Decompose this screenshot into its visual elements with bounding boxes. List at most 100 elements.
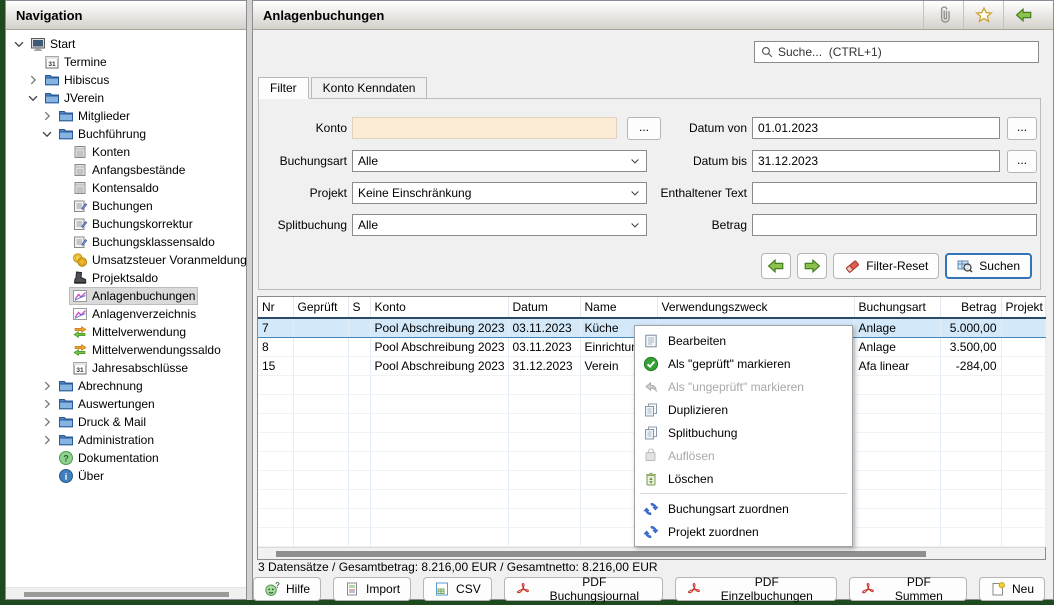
back-arrow-button[interactable]	[1003, 1, 1043, 29]
column-header-betrag[interactable]: Betrag	[940, 297, 1001, 318]
column-header-nr[interactable]: Nr	[258, 297, 293, 318]
expand-icon[interactable]	[40, 397, 56, 411]
nav-item-mittelverwendung[interactable]: Mittelverwendung	[6, 323, 246, 341]
check-icon	[643, 356, 659, 372]
main-header: Anlagenbuchungen	[253, 1, 1053, 30]
nav-item-buchungskorrektur[interactable]: Buchungskorrektur	[6, 215, 246, 233]
nav-item-anlagenbuchungen[interactable]: Anlagenbuchungen	[6, 287, 246, 305]
nav-item-dokumentation[interactable]: ?Dokumentation	[6, 449, 246, 467]
tab-filter[interactable]: Filter	[258, 77, 309, 99]
column-header-datum[interactable]: Datum	[508, 297, 580, 318]
next-period-button[interactable]	[797, 253, 827, 279]
nav-item-label: Auswertungen	[78, 397, 155, 411]
nav-item-administration[interactable]: Administration	[6, 431, 246, 449]
datum-bis-browse-button[interactable]: ...	[1007, 150, 1037, 173]
projekt-select[interactable]: Keine Einschränkung	[352, 182, 647, 204]
collapse-icon[interactable]	[26, 91, 42, 105]
column-header-verwendungszweck[interactable]: Verwendungszweck	[657, 297, 854, 318]
table-horizontal-scrollbar[interactable]	[258, 547, 1045, 559]
datum-von-browse-button[interactable]: ...	[1007, 117, 1037, 140]
konto-input[interactable]	[358, 121, 611, 135]
status-bar: 3 Datensätze / Gesamtbetrag: 8.216,00 EU…	[258, 560, 658, 574]
suchen-button[interactable]: Suchen	[945, 253, 1032, 279]
folder-icon	[58, 396, 74, 412]
nav-item-label: Buchungskorrektur	[92, 217, 193, 231]
splitbuchung-select[interactable]: Alle	[352, 214, 647, 236]
import-button[interactable]: Import	[333, 577, 411, 601]
expand-icon[interactable]	[40, 433, 56, 447]
filter-reset-button[interactable]: Filter-Reset	[833, 253, 939, 279]
nav-item-ber[interactable]: iÜber	[6, 467, 246, 485]
column-header-projekt[interactable]: Projekt	[1001, 297, 1045, 318]
nav-item-hibiscus[interactable]: Hibiscus	[6, 71, 246, 89]
nav-item-konten[interactable]: Konten	[6, 143, 246, 161]
search-input[interactable]	[778, 45, 1033, 59]
column-header-name[interactable]: Name	[580, 297, 657, 318]
nav-horizontal-scrollbar[interactable]	[6, 587, 246, 599]
menu-item-projekt-zuordnen[interactable]: Projekt zuordnen	[635, 520, 852, 543]
booking-icon	[72, 198, 88, 214]
expand-icon[interactable]	[40, 415, 56, 429]
neu-button[interactable]: Neu	[979, 577, 1045, 601]
menu-item-als-gepr-ft-markieren[interactable]: Als "geprüft" markieren	[635, 352, 852, 375]
menu-separator	[640, 493, 847, 494]
datum-bis-label: Datum bis	[652, 150, 747, 172]
pdf-einzelbuchungen-button[interactable]: PDF Einzelbuchungen	[675, 577, 837, 601]
chart-icon	[72, 306, 88, 322]
previous-period-button[interactable]	[761, 253, 791, 279]
assign-icon	[643, 524, 659, 540]
filter-buttons: Filter-Reset Suchen	[761, 253, 1032, 279]
nav-item-umsatzsteuer-voranmeldung[interactable]: Umsatzsteuer Voranmeldung	[6, 251, 246, 269]
nav-item-mitglieder[interactable]: Mitglieder	[6, 107, 246, 125]
nav-item-anlagenverzeichnis[interactable]: Anlagenverzeichnis	[6, 305, 246, 323]
pdf-summen-button[interactable]: PDF Summen	[849, 577, 967, 601]
datum-bis-input[interactable]	[758, 154, 994, 168]
chevron-down-icon	[629, 219, 641, 231]
nav-item-abrechnung[interactable]: Abrechnung	[6, 377, 246, 395]
calendar-icon: 31	[44, 54, 60, 70]
nav-item-jahresabschl-sse[interactable]: 31Jahresabschlüsse	[6, 359, 246, 377]
buchungsart-select[interactable]: Alle	[352, 150, 647, 172]
column-header-konto[interactable]: Konto	[370, 297, 508, 318]
nav-item-projektsaldo[interactable]: Projektsaldo	[6, 269, 246, 287]
collapse-icon[interactable]	[40, 127, 56, 141]
menu-item-l-schen[interactable]: Löschen	[635, 467, 852, 490]
csv-button[interactable]: CSV	[423, 577, 492, 601]
nav-item-buchungen[interactable]: Buchungen	[6, 197, 246, 215]
tab-konto-kenndaten[interactable]: Konto Kenndaten	[311, 77, 428, 99]
expand-icon[interactable]	[40, 379, 56, 393]
column-header-s[interactable]: S	[348, 297, 370, 318]
pdf-buchungsjournal-button[interactable]: PDF Buchungsjournal	[504, 577, 663, 601]
nav-item-start[interactable]: Start	[6, 35, 246, 53]
nav-item-auswertungen[interactable]: Auswertungen	[6, 395, 246, 413]
collapse-icon[interactable]	[12, 37, 28, 51]
menu-item-buchungsart-zuordnen[interactable]: Buchungsart zuordnen	[635, 497, 852, 520]
nav-item-buchf-hrung[interactable]: Buchführung	[6, 125, 246, 143]
nav-item-anfangsbest-nde[interactable]: Anfangsbestände	[6, 161, 246, 179]
column-header-buchungsart[interactable]: Buchungsart	[854, 297, 940, 318]
nav-item-druck-mail[interactable]: Druck & Mail	[6, 413, 246, 431]
nav-item-jverein[interactable]: JVerein	[6, 89, 246, 107]
nav-item-buchungsklassensaldo[interactable]: Buchungsklassensaldo	[6, 233, 246, 251]
menu-item-duplizieren[interactable]: Duplizieren	[635, 398, 852, 421]
bottom-toolbar: ?Hilfe Import CSV PDF Buchungsjournal PDF Ei…	[253, 577, 1045, 601]
paperclip-button[interactable]	[923, 1, 963, 29]
table-scrollbar-thumb[interactable]	[276, 551, 926, 557]
nav-item-termine[interactable]: 31Termine	[6, 53, 246, 71]
menu-item-splitbuchung[interactable]: Splitbuchung	[635, 421, 852, 444]
expand-icon[interactable]	[26, 73, 42, 87]
star-button[interactable]	[963, 1, 1003, 29]
enthaltener-text-input[interactable]	[758, 186, 1031, 200]
column-header-gepr-ft[interactable]: Geprüft	[293, 297, 348, 318]
nav-item-mittelverwendungssaldo[interactable]: Mittelverwendungssaldo	[6, 341, 246, 359]
nav-scrollbar-thumb[interactable]	[24, 592, 229, 597]
betrag-input[interactable]	[758, 218, 1031, 232]
expand-icon[interactable]	[40, 109, 56, 123]
navigation-panel: Navigation Start31TermineHibiscusJVerein…	[5, 0, 247, 600]
hilfe-button[interactable]: ?Hilfe	[253, 577, 321, 601]
nav-item-kontensaldo[interactable]: Kontensaldo	[6, 179, 246, 197]
projekt-label: Projekt	[259, 182, 347, 204]
menu-item-aufl-sen: Auflösen	[635, 444, 852, 467]
menu-item-bearbeiten[interactable]: Bearbeiten	[635, 329, 852, 352]
datum-von-input[interactable]	[758, 121, 994, 135]
